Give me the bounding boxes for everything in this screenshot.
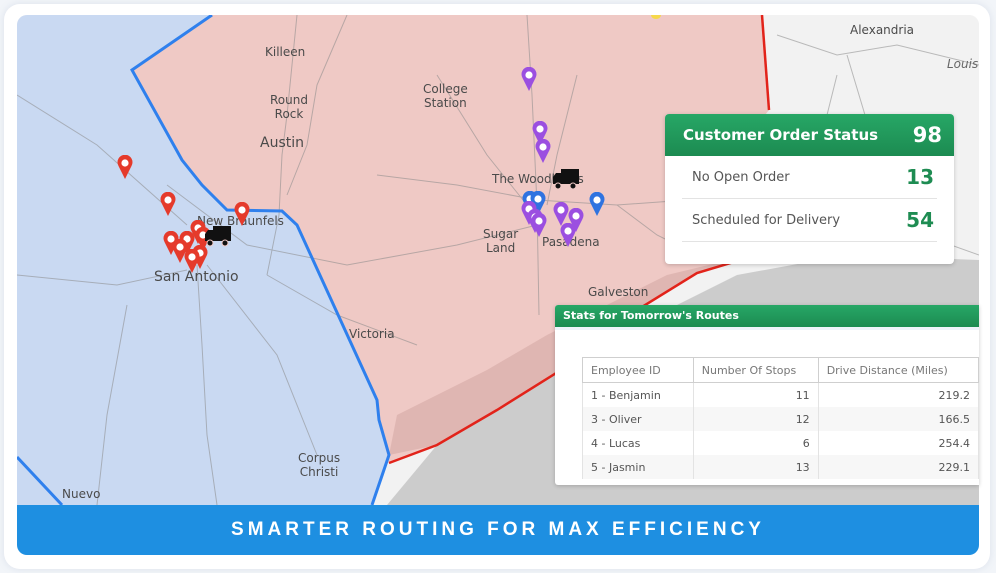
map-pin-red[interactable] [234,202,250,226]
banner-text: SMARTER ROUTING FOR MAX EFFICIENCY [231,519,765,540]
route-stats-card: Stats for Tomorrow's Routes Employee ID … [555,305,979,485]
status-card-total: 98 [912,123,942,147]
city-label-corpus: Corpus [298,451,341,465]
map-pin-red[interactable] [117,155,133,179]
city-label-austin: Austin [260,135,304,151]
status-card-header: Customer Order Status 98 [665,114,954,156]
table-row[interactable]: 4 - Lucas 6 254.4 [582,431,979,455]
table-row[interactable]: 1 - Benjamin 11 219.2 [582,382,979,407]
cell-stops: 6 [692,431,819,455]
cell-employee: 3 - Oliver [582,407,694,431]
status-row-label: No Open Order [692,169,790,185]
city-label-sugar-land: Sugar Land [483,227,518,255]
cell-distance: 229.1 [817,455,979,479]
city-label-nuevo: Nuevo [62,487,101,501]
cell-stops: 13 [692,455,819,479]
city-label-sugar: Sugar [483,227,519,241]
city-label-college-station: College Station [423,82,468,110]
column-header-drive-distance[interactable]: Drive Distance (Miles) [817,357,979,383]
cell-stops: 11 [692,382,819,407]
status-row-label: Scheduled for Delivery [692,212,841,228]
table-row[interactable]: 5 - Jasmin 13 229.1 [582,455,979,479]
city-label-corpus-christi: Corpus Christi [298,451,340,479]
status-row-value: 13 [906,165,934,189]
cell-distance: 166.5 [817,407,979,431]
status-row-value: 54 [906,208,934,232]
city-label-killeen: Killeen [265,45,306,59]
cell-distance: 254.4 [817,431,979,455]
table-row[interactable]: 3 - Oliver 12 166.5 [582,407,979,431]
city-label-victoria: Victoria [349,327,395,341]
column-header-number-of-stops[interactable]: Number Of Stops [692,357,819,383]
status-row-no-open-order[interactable]: No Open Order 13 [682,156,937,199]
city-label-land: Land [485,241,516,255]
map-pin-red[interactable] [184,249,200,273]
delivery-truck-icon[interactable] [204,224,232,248]
table-header-row: Employee ID Number Of Stops Drive Distan… [582,357,979,383]
city-label-galveston: Galveston [588,285,649,299]
route-stats-title: Stats for Tomorrow's Routes [555,305,979,330]
map-pin-blue[interactable] [589,192,605,216]
cell-employee: 5 - Jasmin [582,455,694,479]
status-card-title: Customer Order Status [683,126,879,144]
cell-stops: 12 [692,407,819,431]
city-label-rock: Rock [274,107,304,121]
city-label-christi: Christi [299,465,339,479]
customer-order-status-card: Customer Order Status 98 No Open Order 1… [665,114,954,264]
cell-employee: 4 - Lucas [582,431,694,455]
delivery-truck-icon[interactable] [552,167,580,191]
map-pin-purple[interactable] [531,213,547,237]
state-label-louisiana: Louis [947,57,979,71]
route-stats-table: Employee ID Number Of Stops Drive Distan… [582,357,979,479]
map-pin-purple[interactable] [535,139,551,163]
headline-banner: SMARTER ROUTING FOR MAX EFFICIENCY [17,505,979,555]
map-pin-purple[interactable] [521,67,537,91]
city-label-round-rock: Round Rock [270,93,308,121]
city-label-alexandria: Alexandria [850,23,915,37]
map-pin-red[interactable] [160,192,176,216]
cell-distance: 219.2 [817,382,979,407]
status-row-scheduled-for-delivery[interactable]: Scheduled for Delivery 54 [682,199,937,242]
column-header-employee-id[interactable]: Employee ID [582,357,694,383]
map-pin-purple[interactable] [560,223,576,247]
city-label-round: Round [270,93,308,107]
city-label-station: Station [424,96,467,110]
city-label-college: College [423,82,468,96]
cell-employee: 1 - Benjamin [582,382,694,407]
